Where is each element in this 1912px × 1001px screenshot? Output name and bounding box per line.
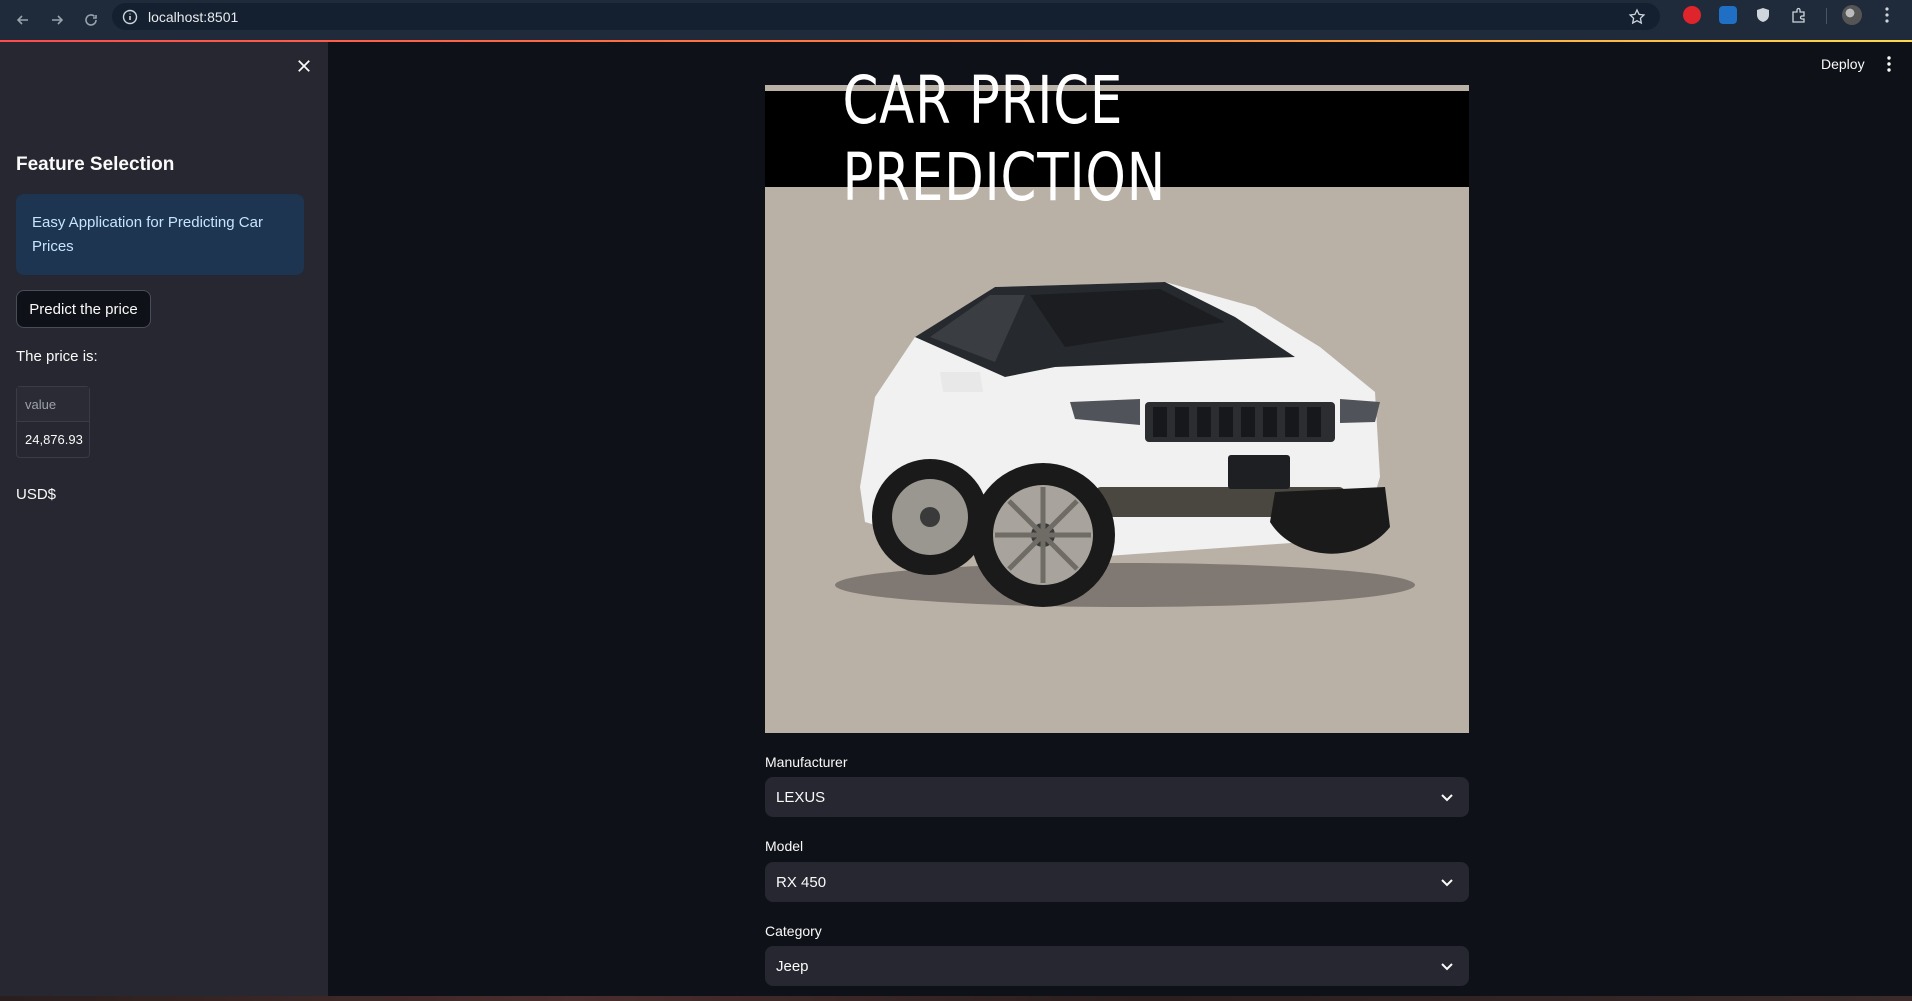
suv-car-image [835, 282, 1415, 607]
bookmark-star-icon[interactable] [1628, 8, 1646, 26]
forward-arrow-icon[interactable] [46, 9, 68, 31]
deploy-button[interactable]: Deploy [1821, 56, 1865, 72]
model-select[interactable]: RX 450 [765, 862, 1469, 902]
back-arrow-icon[interactable] [12, 9, 34, 31]
puzzle-extensions-icon[interactable] [1790, 6, 1808, 24]
sidebar-title: Feature Selection [16, 154, 175, 175]
browser-toolbar: localhost:8501 [0, 0, 1912, 40]
dataframe-cell[interactable]: 24,876.93 [17, 422, 89, 457]
chevron-down-icon[interactable] [1439, 789, 1455, 805]
info-alert: Easy Application for Predicting Car Pric… [16, 194, 304, 275]
site-info-icon[interactable] [122, 9, 138, 25]
manufacturer-select[interactable]: LEXUS [765, 777, 1469, 817]
category-value[interactable]: Jeep [776, 958, 809, 975]
chevron-down-icon[interactable] [1439, 958, 1455, 974]
address-bar[interactable]: localhost:8501 [112, 3, 1660, 30]
close-icon[interactable] [294, 56, 314, 76]
hero-banner: CAR PRICE PREDICTION [765, 62, 1469, 216]
sidebar: Feature Selection Easy Application for P… [0, 42, 328, 996]
url-text[interactable]: localhost:8501 [148, 9, 238, 25]
currency-label: USD$ [16, 486, 57, 503]
category-label: Category [765, 923, 822, 939]
browser-menu-icon[interactable] [1880, 6, 1894, 24]
toolbar-divider [1826, 8, 1827, 24]
chevron-down-icon[interactable] [1439, 874, 1455, 890]
price-dataframe[interactable]: value 24,876.93 [16, 386, 90, 458]
reload-icon[interactable] [80, 9, 102, 31]
dataframe-header[interactable]: value [17, 387, 89, 422]
price-label: The price is: [16, 348, 98, 365]
profile-avatar[interactable] [1842, 5, 1862, 25]
model-value[interactable]: RX 450 [776, 874, 826, 891]
model-label: Model [765, 838, 804, 854]
hero-image: CAR PRICE PREDICTION [765, 62, 1469, 733]
manufacturer-value[interactable]: LEXUS [776, 789, 825, 806]
predict-price-button[interactable]: Predict the price [16, 290, 151, 328]
shield-icon[interactable] [1754, 6, 1772, 24]
main-menu-icon[interactable] [1882, 54, 1896, 74]
extension-red-icon[interactable] [1683, 6, 1701, 24]
category-select[interactable]: Jeep [765, 946, 1469, 986]
extension-blue-icon[interactable] [1719, 6, 1737, 24]
os-taskbar-edge [0, 996, 1912, 1001]
manufacturer-label: Manufacturer [765, 754, 848, 770]
